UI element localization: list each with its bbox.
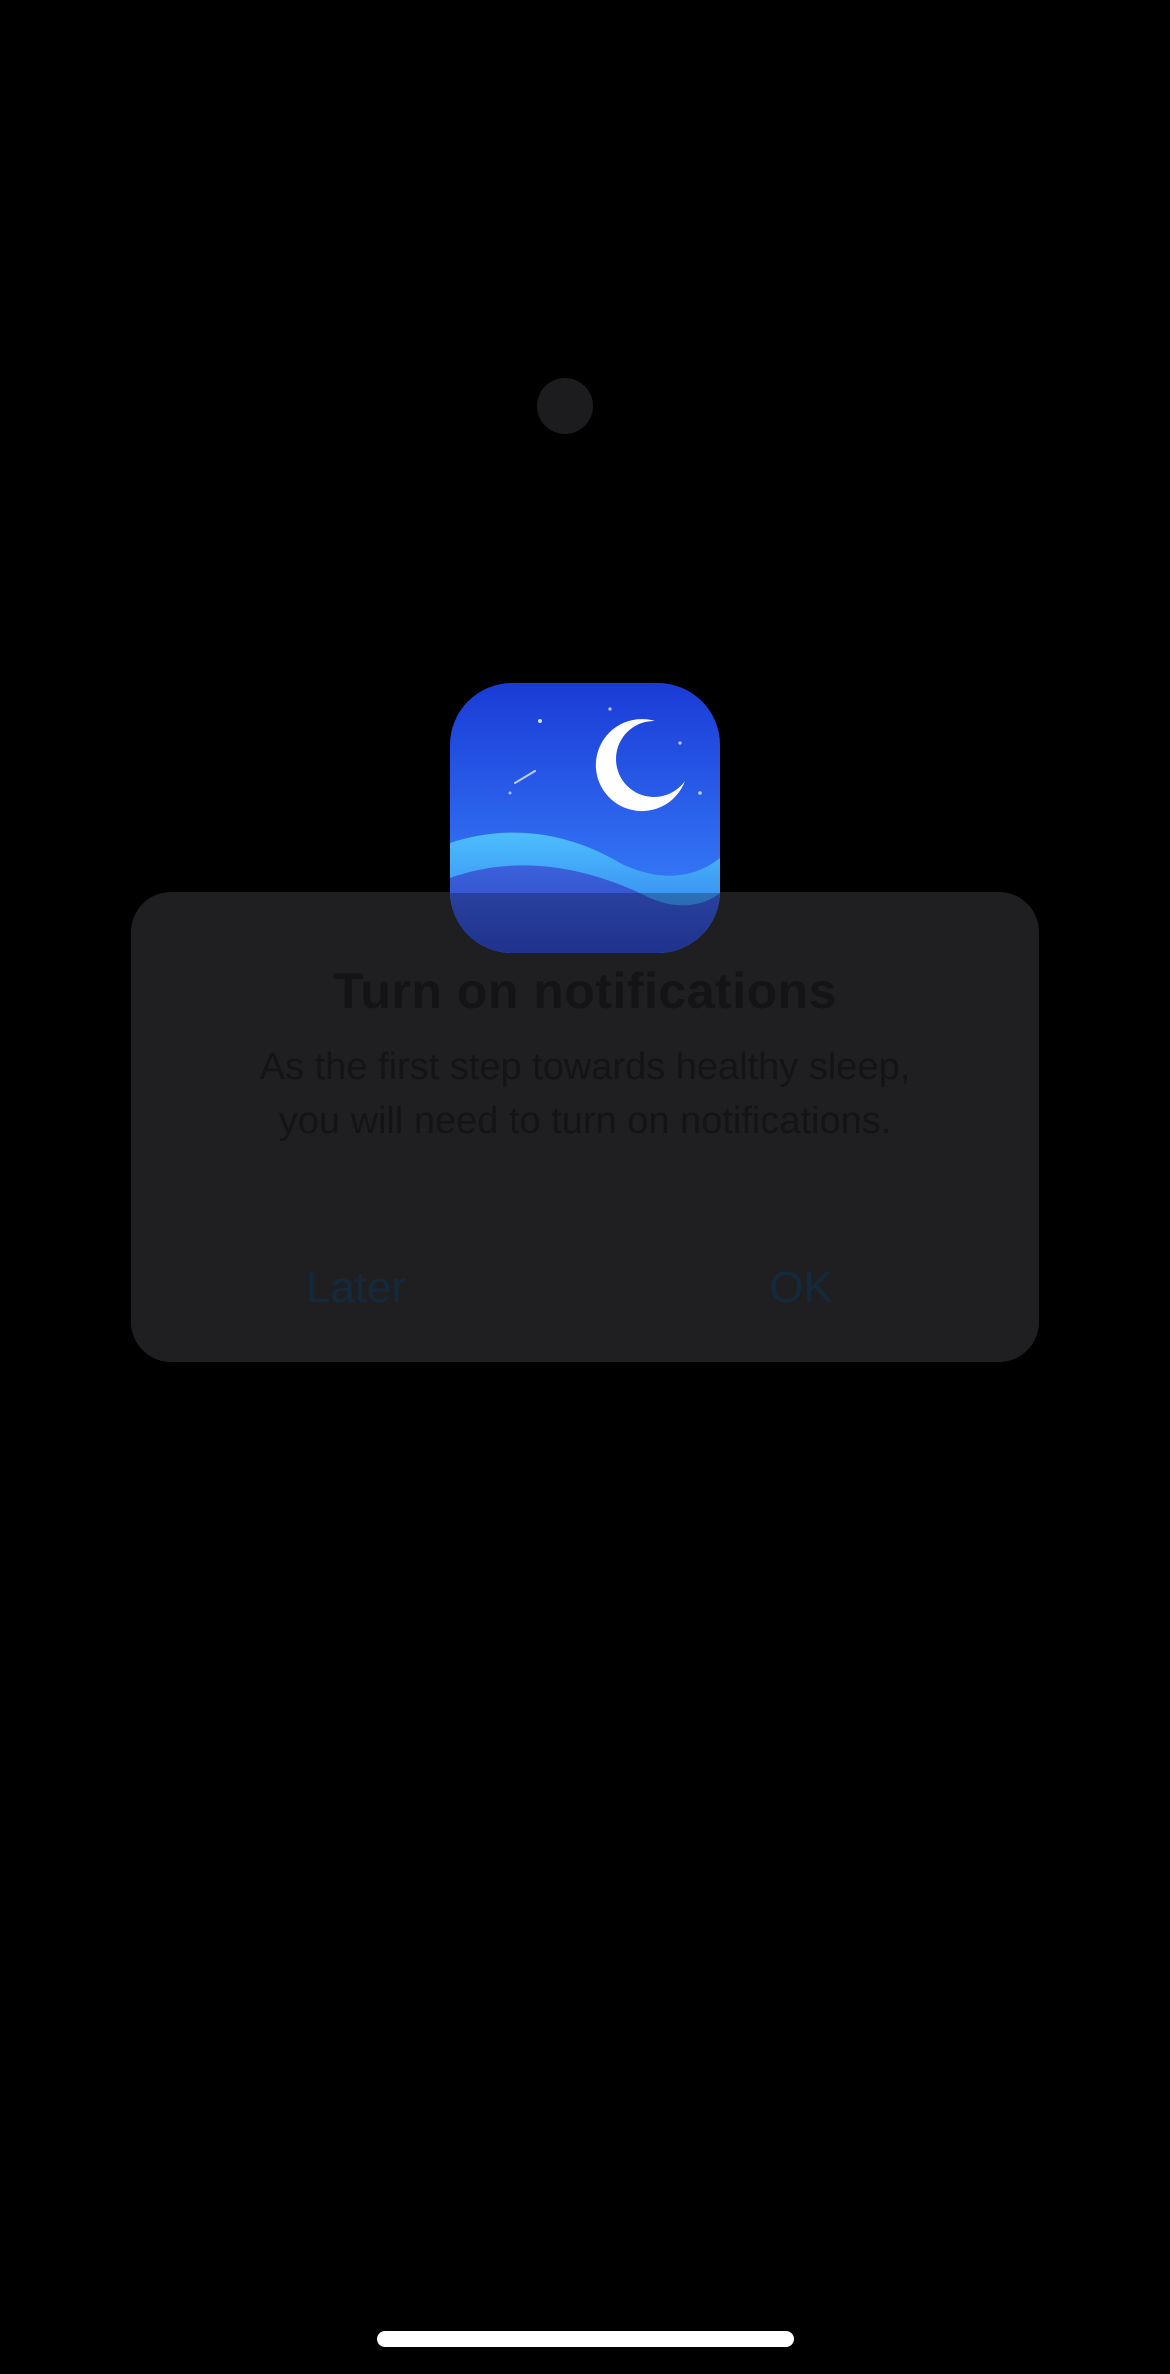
home-indicator[interactable]: [377, 2331, 794, 2347]
notification-permission-dialog: Turn on notifications As the first step …: [131, 892, 1039, 1362]
later-button[interactable]: Later: [206, 1252, 506, 1322]
dialog-message: As the first step towards healthy sleep,…: [171, 1040, 999, 1148]
dialog-message-line-1: As the first step towards healthy sleep,: [259, 1046, 911, 1088]
front-camera-dot: [537, 378, 593, 434]
moon-night-app-icon: [450, 683, 720, 953]
dialog-actions: Later OK: [131, 1252, 1039, 1322]
dialog-title: Turn on notifications: [333, 963, 837, 1019]
ok-button[interactable]: OK: [651, 1252, 951, 1322]
dialog-message-line-2: you will need to turn on notifications.: [278, 1100, 892, 1142]
